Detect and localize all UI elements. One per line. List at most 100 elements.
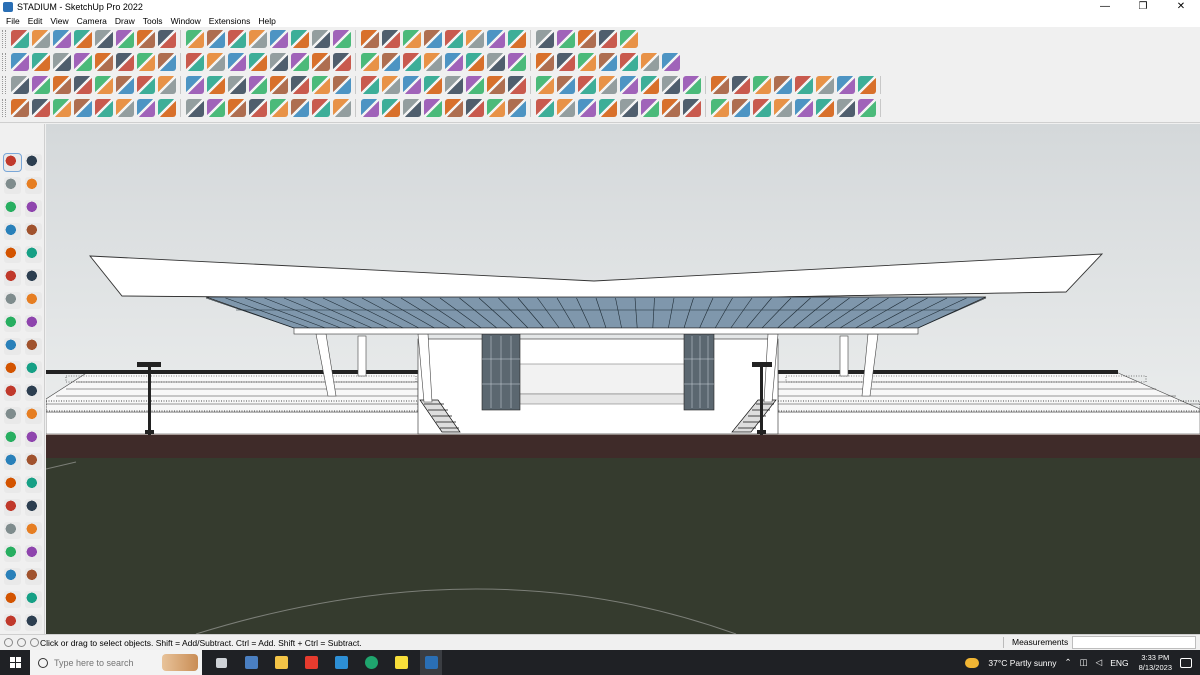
orbit-icon[interactable] (311, 30, 330, 48)
polygon-icon[interactable] (423, 53, 442, 71)
task-view-button[interactable] (210, 650, 232, 675)
shape-ag-icon[interactable] (710, 76, 729, 94)
arc-tool-icon[interactable] (4, 292, 21, 309)
shape-g-icon[interactable] (136, 76, 155, 94)
draw-l-icon[interactable] (248, 99, 267, 117)
freehand-tool-icon[interactable] (25, 223, 42, 240)
draw-i-icon[interactable] (185, 99, 204, 117)
draw-ab-icon[interactable] (598, 99, 617, 117)
section-tool-icon[interactable] (4, 591, 21, 608)
arc-icon[interactable] (94, 30, 113, 48)
rotated-rect-tool-icon[interactable] (25, 246, 42, 263)
protractor-tool-icon[interactable] (4, 430, 21, 447)
draw-m-icon[interactable] (269, 99, 288, 117)
draw-ai-icon[interactable] (752, 99, 771, 117)
extension-icon[interactable] (465, 30, 484, 48)
draw-n-icon[interactable] (290, 99, 309, 117)
undo-icon[interactable] (577, 30, 596, 48)
shape-ah-icon[interactable] (731, 76, 750, 94)
orbit-tool-icon[interactable] (25, 154, 42, 171)
paint-tool-icon[interactable] (4, 177, 21, 194)
draw-af-icon[interactable] (682, 99, 701, 117)
edge-app[interactable] (360, 650, 382, 675)
offset-icon[interactable] (248, 53, 267, 71)
clock[interactable]: 3:33 PM 8/13/2023 (1139, 653, 1172, 673)
push-pull-tool-icon[interactable] (4, 338, 21, 355)
materials-icon[interactable] (402, 30, 421, 48)
cube-icon[interactable] (10, 53, 29, 71)
menu-view[interactable]: View (46, 16, 72, 26)
draw-j-icon[interactable] (206, 99, 225, 117)
draw-t-icon[interactable] (423, 99, 442, 117)
draw-d-icon[interactable] (73, 99, 92, 117)
menu-tools[interactable]: Tools (139, 16, 167, 26)
pipe-icon[interactable] (577, 53, 596, 71)
lathe-icon[interactable] (556, 53, 575, 71)
draw-k-icon[interactable] (227, 99, 246, 117)
rectangle-tool-icon[interactable] (4, 246, 21, 263)
draw-ae-icon[interactable] (661, 99, 680, 117)
shape-a-icon[interactable] (10, 76, 29, 94)
building-icon[interactable] (311, 53, 330, 71)
tape-tool-icon[interactable] (4, 407, 21, 424)
shape-aa-icon[interactable] (577, 76, 596, 94)
follow-me-tool-icon[interactable] (25, 338, 42, 355)
roof-icon[interactable] (332, 53, 351, 71)
draw-e-icon[interactable] (94, 99, 113, 117)
components-icon[interactable] (381, 30, 400, 48)
draw-ah-icon[interactable] (731, 99, 750, 117)
eye-tool-icon[interactable] (25, 545, 42, 562)
model-viewport[interactable] (46, 124, 1200, 634)
network-icon[interactable]: ◫ (1080, 657, 1088, 668)
shape-i-icon[interactable] (185, 76, 204, 94)
shape-s-icon[interactable] (402, 76, 421, 94)
taskbar-search[interactable] (30, 650, 202, 675)
draw-h-icon[interactable] (157, 99, 176, 117)
draw-an-icon[interactable] (857, 99, 876, 117)
shape-an-icon[interactable] (857, 76, 876, 94)
dimension-tool-icon[interactable] (25, 430, 42, 447)
bottom-view-icon[interactable] (185, 53, 204, 71)
draw-q-icon[interactable] (360, 99, 379, 117)
draw-am-icon[interactable] (836, 99, 855, 117)
draw-u-icon[interactable] (444, 99, 463, 117)
shape-ad-icon[interactable] (640, 76, 659, 94)
texture-icon[interactable] (640, 53, 659, 71)
section-plane-icon[interactable] (290, 30, 309, 48)
menu-extensions[interactable]: Extensions (205, 16, 255, 26)
shape-al-icon[interactable] (815, 76, 834, 94)
offset-tool-icon[interactable] (25, 361, 42, 378)
rotate-tool-icon[interactable] (4, 361, 21, 378)
move-tool-icon[interactable] (25, 384, 42, 401)
draw-r-icon[interactable] (381, 99, 400, 117)
sketchup-taskbar-app[interactable] (420, 650, 442, 675)
measurements-box[interactable] (1072, 636, 1196, 649)
select-tool-icon[interactable] (3, 153, 22, 172)
paint-tag-icon[interactable] (598, 53, 617, 71)
credits-icon[interactable] (17, 638, 26, 647)
look-around-icon[interactable] (25, 476, 42, 493)
redo-icon[interactable] (598, 30, 617, 48)
draw-b-icon[interactable] (31, 99, 50, 117)
house-icon[interactable] (269, 53, 288, 71)
position-camera-icon[interactable] (4, 476, 21, 493)
text-tool-icon[interactable] (25, 407, 42, 424)
draw-al-icon[interactable] (815, 99, 834, 117)
draw-ak-icon[interactable] (794, 99, 813, 117)
user-icon[interactable] (444, 30, 463, 48)
left-view-icon[interactable] (157, 53, 176, 71)
draw-v-icon[interactable] (465, 99, 484, 117)
pan-icon[interactable] (332, 30, 351, 48)
line-tool-icon[interactable] (4, 223, 21, 240)
zoom-extents-icon[interactable] (360, 30, 379, 48)
arc-shape-icon[interactable] (507, 53, 526, 71)
zoom-icon[interactable] (10, 30, 29, 48)
store-app[interactable] (330, 650, 352, 675)
paint-icon[interactable] (269, 30, 288, 48)
layer-icon[interactable] (556, 30, 575, 48)
shape-k-icon[interactable] (227, 76, 246, 94)
shape-n-icon[interactable] (290, 76, 309, 94)
erase-tag-icon[interactable] (619, 53, 638, 71)
shape-u-icon[interactable] (444, 76, 463, 94)
parallelogram-icon[interactable] (486, 53, 505, 71)
